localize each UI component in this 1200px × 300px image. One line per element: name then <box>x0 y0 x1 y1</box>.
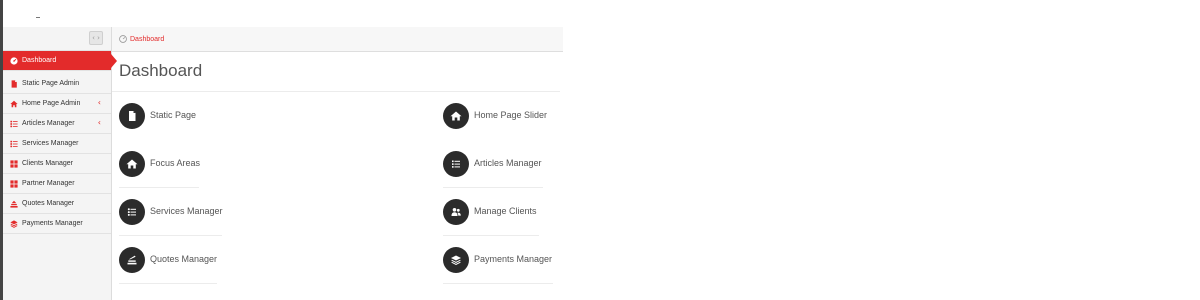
tile-label: Focus Areas <box>150 158 201 168</box>
tile-articles-manager[interactable]: Articles Manager <box>443 140 543 188</box>
tile-label: Articles Manager <box>474 158 542 168</box>
chevron-left-icon: ‹ <box>97 98 101 107</box>
tile-home-page-slider[interactable]: Home Page Slider <box>443 92 553 140</box>
file-icon <box>119 103 145 129</box>
tile-label: Manage Clients <box>474 206 537 216</box>
tile-focus-areas[interactable]: Focus Areas <box>119 140 201 188</box>
tile-label: Services Manager <box>150 206 223 216</box>
tile-label: Static Page <box>150 110 197 120</box>
chevron-left-icon: ‹ <box>97 118 101 127</box>
home-icon <box>119 151 145 177</box>
admin-app: ‹ › Dashboard Static Page Admin Home Pag… <box>3 27 563 300</box>
list-icon <box>119 199 145 225</box>
sidebar-item-label: Static Page Admin <box>22 80 80 87</box>
sidebar-item-services-manager[interactable]: Services Manager <box>3 134 111 154</box>
users-icon <box>443 199 469 225</box>
sidebar-item-quotes-manager[interactable]: Quotes Manager <box>3 194 111 214</box>
layers-icon <box>9 219 18 228</box>
file-icon <box>9 79 18 88</box>
sidebar-item-label: Clients Manager <box>22 160 73 167</box>
tile-payments-manager[interactable]: Payments Manager <box>443 236 553 284</box>
sidebar-item-payments-manager[interactable]: Payments Manager <box>3 214 111 234</box>
list-icon <box>9 119 18 128</box>
sidebar-toggle-button[interactable]: ‹ › <box>89 31 103 45</box>
dashboard-icon <box>9 56 18 65</box>
list-icon <box>443 151 469 177</box>
home-icon <box>9 99 18 108</box>
window-mark <box>36 17 40 18</box>
page-title: Dashboard <box>112 52 560 92</box>
tile-label: Quotes Manager <box>150 254 218 264</box>
breadcrumb: Dashboard <box>112 27 563 52</box>
sidebar-item-partner-manager[interactable]: Partner Manager <box>3 174 111 194</box>
layers-icon <box>443 247 469 273</box>
tile-services-manager[interactable]: Services Manager <box>119 188 223 236</box>
grid-icon <box>9 179 18 188</box>
sidebar-item-label: Quotes Manager <box>22 200 75 207</box>
sidebar-toggle-row: ‹ › <box>3 27 111 51</box>
tile-divider <box>443 283 553 284</box>
list-icon <box>9 139 18 148</box>
sidebar-item-label: Partner Manager <box>22 180 75 187</box>
main-content: Dashboard Dashboard Static Page Home Pag… <box>112 27 563 300</box>
sidebar-item-clients-manager[interactable]: Clients Manager <box>3 154 111 174</box>
sidebar-item-label: Home Page Admin <box>22 100 81 107</box>
breadcrumb-link-dashboard[interactable]: Dashboard <box>130 36 164 43</box>
tile-manage-clients[interactable]: Manage Clients <box>443 188 539 236</box>
stack-icon <box>119 247 145 273</box>
sidebar-item-static-page-admin[interactable]: Static Page Admin <box>3 74 111 94</box>
tile-divider <box>119 283 217 284</box>
sidebar-item-label: Services Manager <box>22 140 79 147</box>
tile-quotes-manager[interactable]: Quotes Manager <box>119 236 217 284</box>
tile-label: Home Page Slider <box>474 110 548 120</box>
sidebar-item-label: Dashboard <box>22 57 57 64</box>
dashboard-icon <box>119 35 127 43</box>
sidebar-item-articles-manager[interactable]: Articles Manager ‹ <box>3 114 111 134</box>
tile-label: Payments Manager <box>474 254 553 264</box>
sidebar-item-label: Articles Manager <box>22 120 75 127</box>
stack-icon <box>9 199 18 208</box>
grid-icon <box>9 159 18 168</box>
sidebar-item-home-page-admin[interactable]: Home Page Admin ‹ <box>3 94 111 114</box>
sidebar: ‹ › Dashboard Static Page Admin Home Pag… <box>3 27 117 300</box>
tile-static-page[interactable]: Static Page <box>119 92 239 140</box>
sidebar-item-label: Payments Manager <box>22 220 83 227</box>
home-icon <box>443 103 469 129</box>
sidebar-item-dashboard[interactable]: Dashboard <box>3 51 117 71</box>
